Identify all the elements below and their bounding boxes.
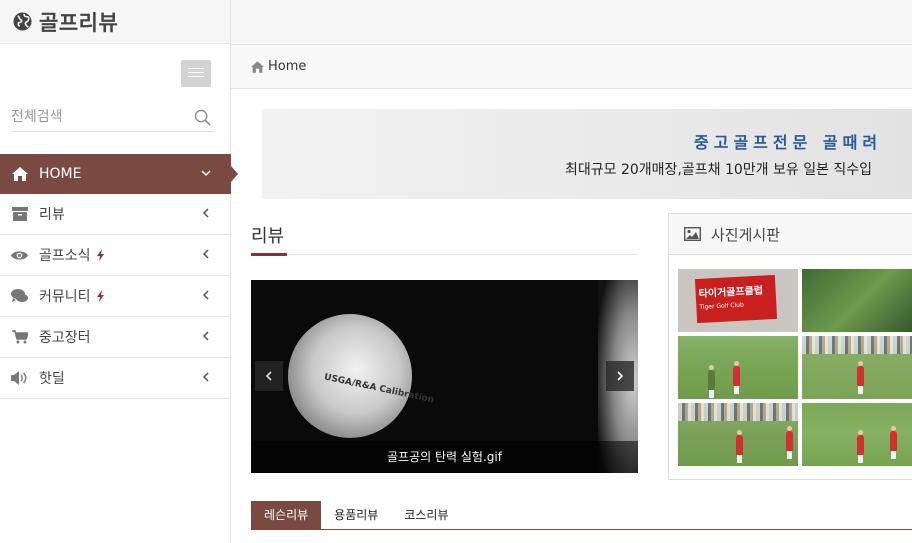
- brand-bar[interactable]: 골프리뷰: [0, 0, 230, 44]
- sidebar-item-review[interactable]: 리뷰: [0, 194, 231, 235]
- home-icon: [11, 166, 28, 181]
- title-underline: [251, 253, 287, 256]
- chevron-left-icon: [265, 371, 272, 381]
- top-navbar: [231, 0, 912, 45]
- review-section-title: 리뷰: [251, 226, 285, 247]
- cart-icon: [11, 330, 28, 345]
- breadcrumb: Home: [231, 45, 912, 89]
- crowd: [678, 403, 798, 421]
- chevron-left-icon: [202, 372, 209, 382]
- golfer-figure: [857, 430, 864, 463]
- banner-subline: 최대규모 20개매장,골프채 10만개 보유 일본 직수입: [565, 162, 873, 178]
- search-icon[interactable]: [194, 109, 211, 126]
- sign-photo: 타이거골프클럽 Tiger Golf Club: [694, 274, 778, 324]
- sidebar: 골프리뷰 HOME 리뷰 골프소식: [0, 0, 238, 543]
- carousel-prev-button[interactable]: [255, 361, 283, 391]
- carousel-next-button[interactable]: [606, 361, 634, 391]
- new-badge-icon: [96, 290, 104, 302]
- sidebar-item-label: 커뮤니티: [39, 289, 91, 305]
- new-badge-icon: [96, 249, 104, 261]
- golfer-figure: [736, 430, 743, 463]
- chevron-down-icon: [201, 170, 211, 177]
- sidebar-item-hot-deal[interactable]: 핫딜: [0, 358, 231, 399]
- chevron-left-icon: [202, 290, 209, 300]
- menu-toggle-icon: [188, 68, 204, 69]
- photo-thumbnail[interactable]: [802, 269, 912, 332]
- sidebar-item-golf-news[interactable]: 골프소식: [0, 235, 231, 276]
- review-carousel[interactable]: USGA/R&A Calibration 골프공의 탄력 실험.gif: [251, 280, 638, 473]
- photo-board: 사진게시판 타이거골프클럽 Tiger Golf Club: [668, 213, 912, 480]
- slide-caption[interactable]: 골프공의 탄력 실험.gif: [251, 441, 638, 473]
- home-icon: [251, 60, 264, 73]
- review-tabs: 레슨리뷰 용품리뷰 코스리뷰: [251, 501, 912, 530]
- photo-thumbnail[interactable]: 타이거골프클럽 Tiger Golf Club: [678, 269, 798, 332]
- divider: [251, 254, 638, 255]
- menu-toggle-button[interactable]: [181, 60, 211, 87]
- image-icon: [684, 227, 701, 241]
- golfer-figure: [786, 426, 793, 459]
- comments-icon: [11, 289, 28, 304]
- caddie-figure: [890, 426, 897, 459]
- eye-icon: [11, 248, 28, 263]
- globe-icon: [13, 12, 32, 31]
- chevron-left-icon: [202, 249, 209, 259]
- sidebar-item-used-market[interactable]: 중고장터: [0, 317, 231, 358]
- photo-thumbnail[interactable]: [678, 336, 798, 399]
- tab-lesson-review[interactable]: 레슨리뷰: [251, 501, 322, 529]
- photo-thumbnail[interactable]: [802, 403, 912, 466]
- golf-ball-image: [288, 314, 412, 438]
- photo-board-header[interactable]: 사진게시판: [669, 214, 912, 255]
- breadcrumb-home-link[interactable]: Home: [268, 59, 306, 74]
- crowd: [802, 336, 912, 354]
- brand-title: 골프리뷰: [39, 10, 119, 35]
- sidebar-item-label: 골프소식: [39, 248, 91, 264]
- archive-icon: [11, 207, 28, 222]
- search-box: [11, 103, 214, 132]
- caddie-figure: [708, 365, 715, 398]
- golfer-figure: [733, 361, 740, 394]
- sidebar-item-community[interactable]: 커뮤니티: [0, 276, 231, 317]
- tab-course-review[interactable]: 코스리뷰: [391, 501, 461, 529]
- ad-banner[interactable]: 중고골프전문 골때려 최대규모 20개매장,골프채 10만개 보유 일본 직수입: [262, 109, 912, 199]
- photo-thumbnail[interactable]: [678, 403, 798, 466]
- volume-icon: [11, 371, 28, 386]
- chevron-right-icon: [617, 371, 624, 381]
- sidebar-menu: HOME 리뷰 골프소식 커뮤니티 중고장터 핫딜: [0, 154, 238, 399]
- tab-gear-review[interactable]: 용품리뷰: [321, 501, 391, 529]
- sidebar-item-label: 중고장터: [39, 330, 91, 346]
- photo-thumbnail[interactable]: [802, 336, 912, 399]
- sidebar-item-home[interactable]: HOME: [0, 154, 238, 194]
- golfer-figure: [857, 361, 864, 394]
- photo-board-title: 사진게시판: [711, 225, 781, 244]
- search-input[interactable]: [11, 103, 181, 131]
- sidebar-item-label: HOME: [39, 165, 82, 182]
- chevron-left-icon: [202, 331, 209, 341]
- banner-headline: 중고골프전문 골때려: [694, 133, 883, 152]
- chevron-left-icon: [202, 208, 209, 218]
- sidebar-item-label: 핫딜: [39, 371, 65, 387]
- sidebar-item-label: 리뷰: [39, 207, 65, 223]
